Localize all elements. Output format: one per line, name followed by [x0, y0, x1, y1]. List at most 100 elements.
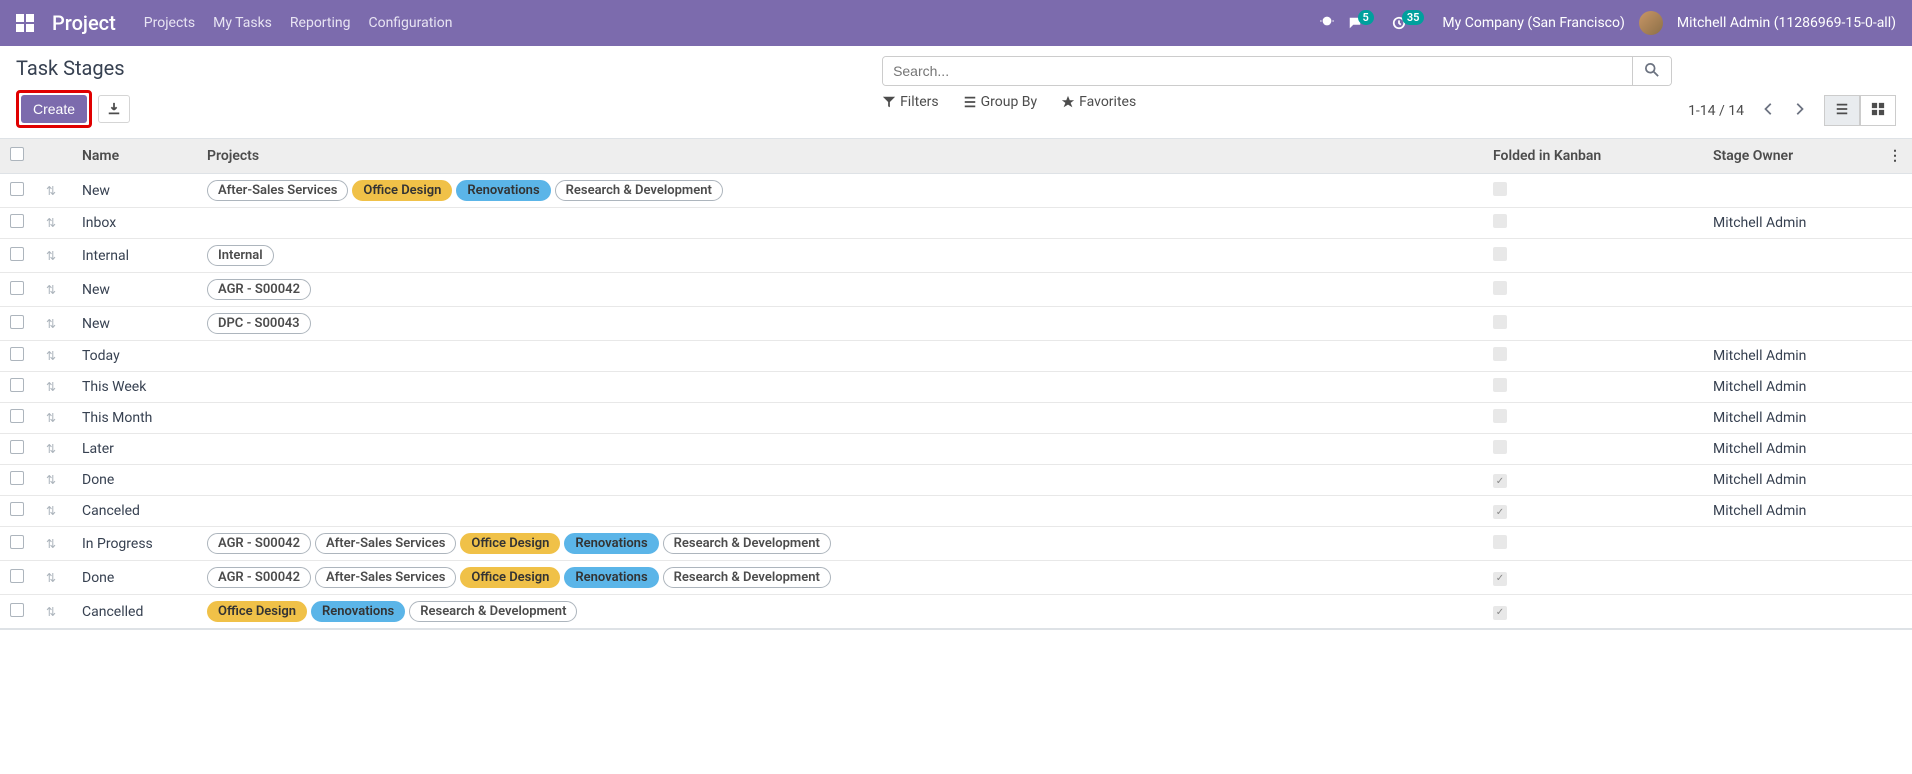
favorites-dropdown[interactable]: Favorites	[1061, 94, 1136, 110]
folded-checkbox[interactable]	[1493, 505, 1507, 519]
row-checkbox[interactable]	[10, 569, 24, 583]
company-selector[interactable]: My Company (San Francisco)	[1442, 15, 1624, 31]
folded-checkbox[interactable]	[1493, 409, 1507, 423]
row-checkbox[interactable]	[10, 281, 24, 295]
nav-link-reporting[interactable]: Reporting	[290, 15, 351, 31]
sort-handle-icon[interactable]: ⇅	[46, 380, 56, 394]
row-checkbox[interactable]	[10, 247, 24, 261]
folded-checkbox[interactable]	[1493, 315, 1507, 329]
column-options[interactable]: ⋮	[1878, 139, 1912, 174]
sort-handle-icon[interactable]: ⇅	[46, 249, 56, 263]
table-row[interactable]: ⇅This MonthMitchell Admin	[0, 403, 1912, 434]
messages-indicator[interactable]: 5	[1348, 16, 1378, 31]
project-tag[interactable]: Renovations	[311, 601, 405, 622]
row-checkbox[interactable]	[10, 471, 24, 485]
row-checkbox[interactable]	[10, 214, 24, 228]
search-button[interactable]	[1632, 57, 1671, 85]
project-tag[interactable]: After-Sales Services	[207, 180, 348, 201]
sort-handle-icon[interactable]: ⇅	[46, 537, 56, 551]
project-tag[interactable]: Research & Development	[663, 567, 831, 588]
row-checkbox[interactable]	[10, 409, 24, 423]
import-button[interactable]	[98, 95, 130, 123]
sort-handle-icon[interactable]: ⇅	[46, 473, 56, 487]
table-row[interactable]: ⇅DoneAGR - S00042After-Sales ServicesOff…	[0, 561, 1912, 595]
table-row[interactable]: ⇅CancelledOffice DesignRenovationsResear…	[0, 595, 1912, 630]
activities-indicator[interactable]: 35	[1392, 16, 1429, 31]
project-tag[interactable]: Renovations	[564, 533, 658, 554]
row-checkbox[interactable]	[10, 182, 24, 196]
table-row[interactable]: ⇅This WeekMitchell Admin	[0, 372, 1912, 403]
column-folded[interactable]: Folded in Kanban	[1483, 139, 1703, 174]
project-tag[interactable]: AGR - S00042	[207, 567, 311, 588]
folded-checkbox[interactable]	[1493, 474, 1507, 488]
list-view-button[interactable]	[1824, 95, 1860, 126]
folded-checkbox[interactable]	[1493, 247, 1507, 261]
folded-checkbox[interactable]	[1493, 606, 1507, 620]
project-tag[interactable]: After-Sales Services	[315, 533, 456, 554]
column-projects[interactable]: Projects	[197, 139, 1483, 174]
table-row[interactable]: ⇅CanceledMitchell Admin	[0, 496, 1912, 527]
search-input[interactable]	[883, 57, 1632, 85]
table-row[interactable]: ⇅NewAGR - S00042	[0, 273, 1912, 307]
avatar[interactable]	[1639, 11, 1663, 35]
nav-link-projects[interactable]: Projects	[144, 15, 195, 31]
row-checkbox[interactable]	[10, 347, 24, 361]
project-tag[interactable]: Office Design	[352, 180, 452, 201]
bug-icon[interactable]	[1320, 14, 1334, 32]
project-tag[interactable]: Research & Development	[409, 601, 577, 622]
project-tag[interactable]: After-Sales Services	[315, 567, 456, 588]
select-all-checkbox[interactable]	[10, 147, 24, 161]
folded-checkbox[interactable]	[1493, 440, 1507, 454]
table-row[interactable]: ⇅DoneMitchell Admin	[0, 465, 1912, 496]
table-row[interactable]: ⇅TodayMitchell Admin	[0, 341, 1912, 372]
sort-handle-icon[interactable]: ⇅	[46, 317, 56, 331]
folded-checkbox[interactable]	[1493, 182, 1507, 196]
project-tag[interactable]: Office Design	[460, 567, 560, 588]
sort-handle-icon[interactable]: ⇅	[46, 605, 56, 619]
folded-checkbox[interactable]	[1493, 347, 1507, 361]
nav-link-configuration[interactable]: Configuration	[368, 15, 452, 31]
folded-checkbox[interactable]	[1493, 535, 1507, 549]
row-checkbox[interactable]	[10, 315, 24, 329]
sort-handle-icon[interactable]: ⇅	[46, 504, 56, 518]
kanban-view-button[interactable]	[1860, 95, 1896, 126]
table-row[interactable]: ⇅NewAfter-Sales ServicesOffice DesignRen…	[0, 174, 1912, 208]
nav-link-my-tasks[interactable]: My Tasks	[213, 15, 272, 31]
project-tag[interactable]: AGR - S00042	[207, 533, 311, 554]
project-tag[interactable]: Research & Development	[663, 533, 831, 554]
project-tag[interactable]: Research & Development	[555, 180, 723, 201]
project-tag[interactable]: Office Design	[460, 533, 560, 554]
row-checkbox[interactable]	[10, 502, 24, 516]
column-name[interactable]: Name	[72, 139, 197, 174]
row-checkbox[interactable]	[10, 378, 24, 392]
pager-text[interactable]: 1-14 / 14	[1688, 103, 1744, 119]
username[interactable]: Mitchell Admin (11286969-15-0-all)	[1677, 15, 1896, 31]
project-tag[interactable]: Internal	[207, 245, 274, 266]
folded-checkbox[interactable]	[1493, 281, 1507, 295]
sort-handle-icon[interactable]: ⇅	[46, 411, 56, 425]
project-tag[interactable]: AGR - S00042	[207, 279, 311, 300]
project-tag[interactable]: Renovations	[564, 567, 658, 588]
sort-handle-icon[interactable]: ⇅	[46, 349, 56, 363]
table-row[interactable]: ⇅NewDPC - S00043	[0, 307, 1912, 341]
project-tag[interactable]: Renovations	[456, 180, 550, 201]
pager-prev[interactable]	[1758, 98, 1780, 123]
sort-handle-icon[interactable]: ⇅	[46, 571, 56, 585]
sort-handle-icon[interactable]: ⇅	[46, 184, 56, 198]
folded-checkbox[interactable]	[1493, 572, 1507, 586]
apps-icon[interactable]	[16, 14, 34, 32]
table-row[interactable]: ⇅LaterMitchell Admin	[0, 434, 1912, 465]
project-tag[interactable]: DPC - S00043	[207, 313, 311, 334]
folded-checkbox[interactable]	[1493, 214, 1507, 228]
folded-checkbox[interactable]	[1493, 378, 1507, 392]
row-checkbox[interactable]	[10, 603, 24, 617]
create-button[interactable]: Create	[21, 95, 87, 123]
row-checkbox[interactable]	[10, 535, 24, 549]
table-row[interactable]: ⇅In ProgressAGR - S00042After-Sales Serv…	[0, 527, 1912, 561]
sort-handle-icon[interactable]: ⇅	[46, 283, 56, 297]
groupby-dropdown[interactable]: Group By	[963, 94, 1038, 110]
column-owner[interactable]: Stage Owner	[1703, 139, 1878, 174]
sort-handle-icon[interactable]: ⇅	[46, 442, 56, 456]
sort-handle-icon[interactable]: ⇅	[46, 216, 56, 230]
table-row[interactable]: ⇅InternalInternal	[0, 239, 1912, 273]
